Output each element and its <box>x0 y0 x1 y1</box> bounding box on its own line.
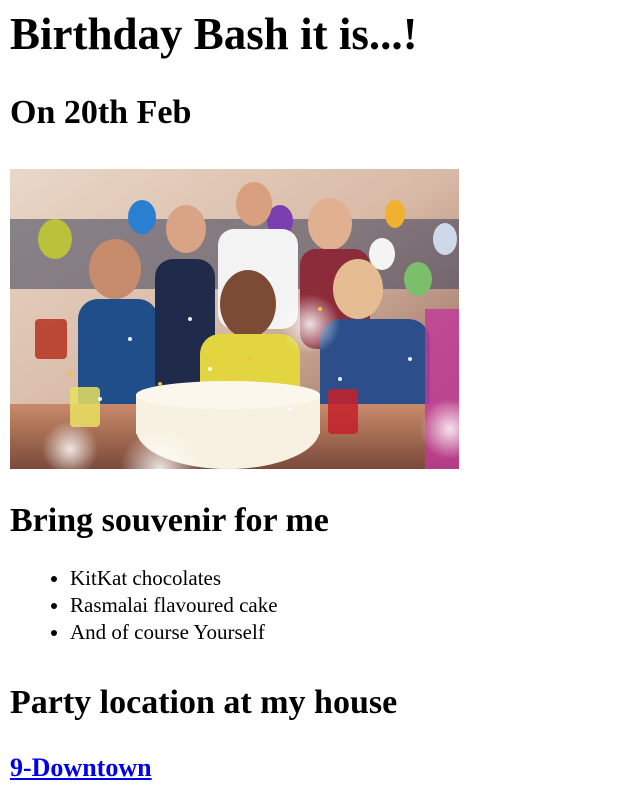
location-link[interactable]: 9-Downtown <box>10 752 152 784</box>
list-item: And of course Yourself <box>70 619 611 646</box>
date-heading: On 20th Feb <box>10 94 192 131</box>
souvenir-heading: Bring souvenir for me <box>10 502 329 539</box>
party-photo <box>10 169 459 469</box>
page-title: Birthday Bash it is...! <box>10 9 418 59</box>
list-item: KitKat chocolates <box>70 565 611 592</box>
location-heading: Party location at my house <box>10 684 398 721</box>
souvenir-list: KitKat chocolates Rasmalai flavoured cak… <box>10 565 611 646</box>
list-item: Rasmalai flavoured cake <box>70 592 611 619</box>
